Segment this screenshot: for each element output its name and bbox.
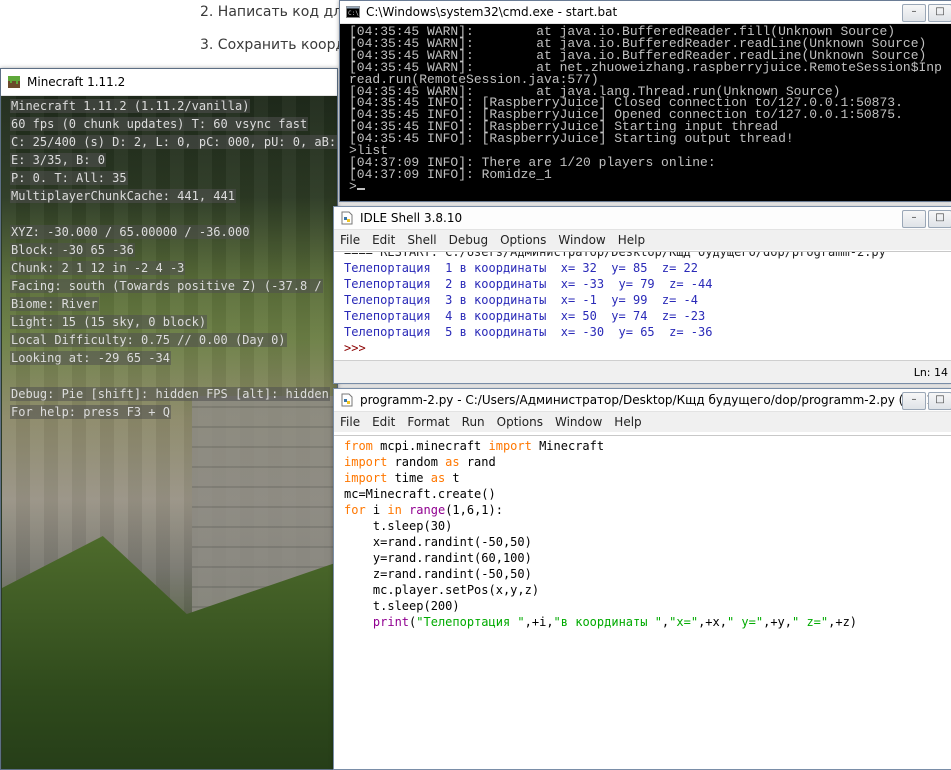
code-line: z=rand.randint(-50,50) (344, 567, 532, 581)
debug-line: MultiplayerChunkCache: 441, 441 (10, 189, 236, 203)
menu-help[interactable]: Help (612, 233, 651, 247)
minimize-button[interactable]: – (902, 392, 926, 410)
editor-titlebar[interactable]: programm-2.py - C:/Users/Администратор/D… (334, 389, 951, 412)
debug-spacer (10, 367, 337, 385)
code-text-area[interactable]: from mcpi.minecraft import Minecraft impo… (334, 435, 951, 769)
debug-line-chunk: Chunk: 2 1 12 in -2 4 -3 (10, 261, 186, 275)
output-line: Телепортация 1 в координаты x= 32 y= 85 … (344, 261, 699, 275)
shell-statusbar: Ln: 14 (334, 360, 951, 383)
menu-options[interactable]: Options (491, 415, 549, 429)
code-line: y=rand.randint(60,100) (344, 551, 532, 565)
menu-file[interactable]: File (334, 415, 366, 429)
restart-line: ==== RESTART: C:/Users/Администратор/Des… (344, 251, 886, 259)
minecraft-grass-block-icon (8, 76, 20, 88)
code-line: t.sleep(30) (344, 519, 453, 533)
shell-prompt[interactable]: >>> (344, 340, 951, 356)
output-line: Телепортация 3 в координаты x= -1 y= 99 … (344, 293, 699, 307)
menu-shell[interactable]: Shell (401, 233, 442, 247)
console-line: [04:35:45 INFO]: [RaspberryJuice] Starti… (349, 131, 794, 147)
debug-spacer (10, 205, 337, 223)
code-line: mc=Minecraft.create() (344, 487, 496, 501)
cmd-window-controls: – □ (902, 4, 951, 22)
minecraft-window[interactable]: Minecraft 1.11.2 Minecraft 1.11.2 (1.11.… (0, 68, 338, 770)
menu-window[interactable]: Window (549, 415, 608, 429)
debug-line-block: Block: -30 65 -36 (10, 243, 135, 257)
debug-line-difficulty: Local Difficulty: 0.75 // 0.00 (Day 0) (10, 333, 287, 347)
doc-step-2: 2. Написать код для (200, 4, 351, 20)
menu-help[interactable]: Help (608, 415, 647, 429)
menu-run[interactable]: Run (456, 415, 491, 429)
output-line: Телепортация 5 в координаты x= -30 y= 65… (344, 325, 713, 339)
menu-format[interactable]: Format (401, 415, 455, 429)
output-line: Телепортация 2 в координаты x= -33 y= 79… (344, 277, 713, 291)
output-line: Телепортация 4 в координаты x= 50 y= 74 … (344, 309, 706, 323)
code-line: print("Телепортация ",+i,"в координаты "… (372, 615, 858, 629)
code-line: import random as rand (344, 455, 496, 469)
debug-line: Minecraft 1.11.2 (1.11.2/vanilla) (10, 99, 251, 113)
code-line: mc.player.setPos(x,y,z) (344, 583, 540, 597)
shell-titlebar[interactable]: IDLE Shell 3.8.10 – □ (334, 207, 951, 230)
cmd-titlebar[interactable]: C:\ C:\Windows\system32\cmd.exe - start.… (340, 1, 951, 24)
menu-debug[interactable]: Debug (443, 233, 494, 247)
cmd-icon: C:\ (346, 6, 360, 18)
minimize-button[interactable]: – (902, 4, 926, 22)
console-output[interactable]: [04:35:45 WARN]: at java.io.BufferedRead… (349, 25, 951, 201)
maximize-button[interactable]: □ (928, 4, 951, 22)
debug-line: E: 3/35, B: 0 (10, 153, 106, 167)
console-line: [04:37:09 INFO]: Romidze_1 (349, 166, 552, 182)
cmd-title: C:\Windows\system32\cmd.exe - start.bat (366, 5, 618, 19)
shell-window-controls: – □ (902, 210, 951, 228)
menu-edit[interactable]: Edit (366, 233, 401, 247)
debug-line-xyz: XYZ: -30.000 / 65.00000 / -36.000 (10, 225, 251, 239)
code-line: import time as t (344, 471, 460, 485)
menu-window[interactable]: Window (552, 233, 611, 247)
debug-line-light: Light: 15 (15 sky, 0 block) (10, 315, 208, 329)
python-document-icon (341, 393, 353, 407)
idle-shell-window[interactable]: IDLE Shell 3.8.10 – □ File Edit Shell De… (333, 206, 951, 384)
doc-step-3: 3. Сохранить коорд (200, 37, 346, 53)
debug-line-facing: Facing: south (Towards positive Z) (-37.… (10, 279, 323, 293)
text-cursor (356, 187, 365, 190)
debug-line: Debug: Pie [shift]: hidden FPS [alt]: hi… (10, 387, 330, 401)
shell-title: IDLE Shell 3.8.10 (360, 211, 463, 225)
debug-line-looking: Looking at: -29 65 -34 (10, 351, 171, 365)
line-number-status: Ln: 14 (913, 366, 948, 379)
code-editor-window[interactable]: programm-2.py - C:/Users/Администратор/D… (333, 388, 951, 770)
code-line: from mcpi.minecraft import Minecraft (344, 439, 605, 453)
minecraft-title: Minecraft 1.11.2 (27, 75, 126, 89)
minecraft-titlebar[interactable]: Minecraft 1.11.2 (1, 69, 337, 96)
cmd-window[interactable]: C:\ C:\Windows\system32\cmd.exe - start.… (339, 0, 951, 202)
editor-window-controls: – □ (902, 392, 951, 410)
svg-text:C:\: C:\ (348, 10, 359, 17)
minimize-button[interactable]: – (902, 210, 926, 228)
debug-line: 60 fps (0 chunk updates) T: 60 vsync fas… (10, 117, 309, 131)
debug-line: P: 0. T: All: 35 (10, 171, 128, 185)
editor-title: programm-2.py - C:/Users/Администратор/D… (360, 393, 947, 407)
menu-file[interactable]: File (334, 233, 366, 247)
debug-line: C: 25/400 (s) D: 2, L: 0, pC: 000, pU: 0… (10, 133, 337, 151)
menu-edit[interactable]: Edit (366, 415, 401, 429)
code-line: t.sleep(200) (344, 599, 460, 613)
shell-menubar: File Edit Shell Debug Options Window Hel… (334, 230, 951, 250)
code-line: x=rand.randint(-50,50) (344, 535, 532, 549)
debug-line-biome: Biome: River (10, 297, 99, 311)
menu-options[interactable]: Options (494, 233, 552, 247)
code-line: for i in range(1,6,1): (344, 503, 503, 517)
debug-line: For help: press F3 + Q (10, 405, 171, 419)
maximize-button[interactable]: □ (928, 210, 951, 228)
editor-menubar: File Edit Format Run Options Window Help (334, 412, 951, 432)
console-input-line[interactable]: > (349, 180, 951, 193)
debug-overlay: Minecraft 1.11.2 (1.11.2/vanilla) 60 fps… (10, 97, 337, 421)
maximize-button[interactable]: □ (928, 392, 951, 410)
python-document-icon (341, 211, 353, 225)
shell-output-area[interactable]: ==== RESTART: C:/Users/Администратор/Des… (334, 251, 951, 361)
